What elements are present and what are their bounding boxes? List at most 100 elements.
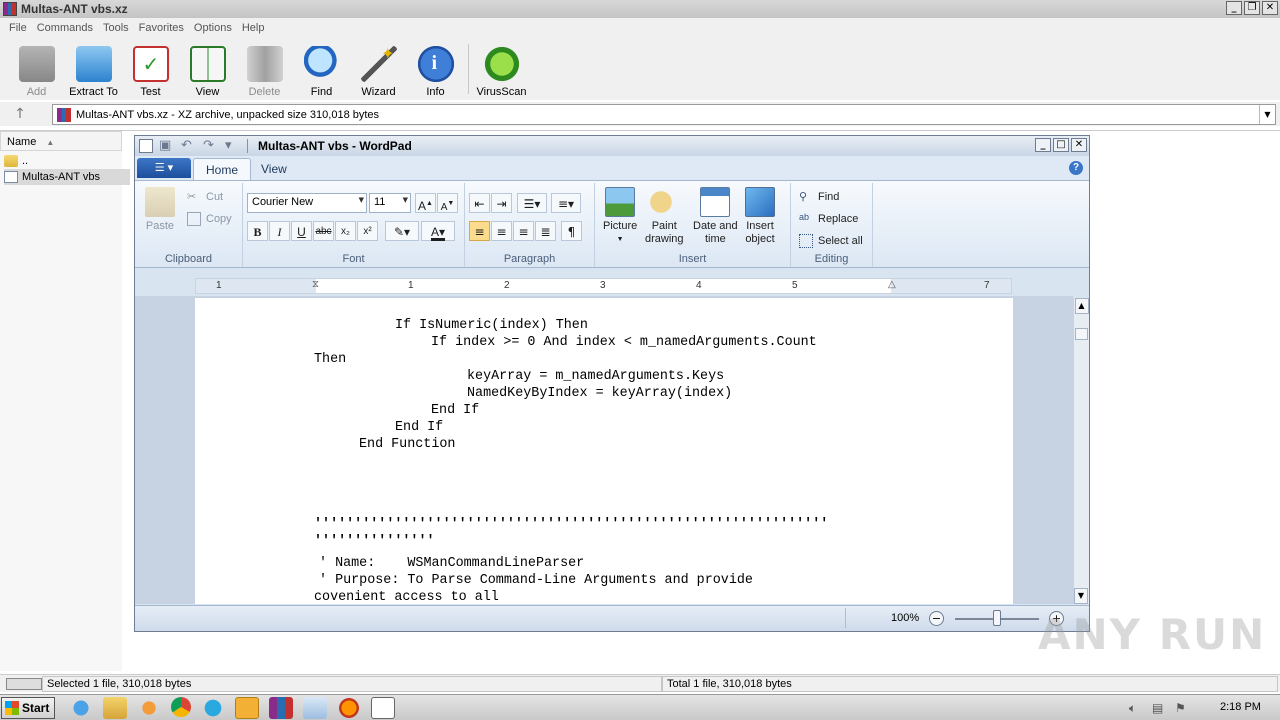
- menu-options[interactable]: Options: [189, 22, 237, 34]
- view-button[interactable]: View: [179, 38, 236, 98]
- replace-button[interactable]: ab Replace: [799, 209, 858, 229]
- insert-picture-button[interactable]: Picture ▼: [603, 187, 637, 246]
- notepad-icon[interactable]: [303, 696, 327, 719]
- ruler-number: 3: [600, 280, 606, 291]
- office-icon[interactable]: [235, 696, 259, 719]
- flag-icon[interactable]: ⚑: [1175, 701, 1189, 715]
- scroll-up-icon[interactable]: ▲: [1074, 298, 1089, 314]
- right-indent-marker-icon[interactable]: △: [888, 279, 896, 293]
- decrease-indent-button[interactable]: ⇤: [469, 193, 490, 213]
- help-icon[interactable]: ?: [1069, 161, 1083, 175]
- redo-icon[interactable]: ↷: [203, 139, 219, 153]
- edge-icon[interactable]: [201, 696, 225, 719]
- highlight-color-button[interactable]: ✎▾: [385, 221, 419, 241]
- delete-button[interactable]: Delete: [236, 38, 293, 98]
- indent-marker-icon[interactable]: ⧖: [312, 279, 320, 293]
- customize-qat-icon[interactable]: ▾: [225, 139, 241, 153]
- wp-minimize-button[interactable]: _: [1035, 138, 1051, 152]
- document-page[interactable]: If IsNumeric(index) Then If index >= 0 A…: [195, 298, 1013, 604]
- align-right-button[interactable]: ≡: [513, 221, 534, 241]
- chrome-icon[interactable]: [171, 696, 191, 717]
- insert-object-button[interactable]: Insert object: [745, 187, 775, 246]
- wp-maximize-button[interactable]: □: [1053, 138, 1069, 152]
- menu-file[interactable]: File: [4, 22, 32, 34]
- menu-favorites[interactable]: Favorites: [134, 22, 189, 34]
- list-item[interactable]: ..: [4, 153, 28, 169]
- paragraph-settings-button[interactable]: ¶: [561, 221, 582, 241]
- firefox-icon[interactable]: [337, 696, 361, 719]
- close-button[interactable]: ✕: [1262, 1, 1278, 15]
- zoom-out-button[interactable]: −: [929, 611, 944, 626]
- test-button[interactable]: Test: [122, 38, 179, 98]
- font-family-select[interactable]: Courier New ▼: [247, 193, 367, 213]
- start-label: Start: [22, 700, 50, 715]
- increase-indent-button[interactable]: ⇥: [491, 193, 512, 213]
- paste-button[interactable]: Paste: [145, 187, 175, 233]
- underline-button[interactable]: U: [291, 221, 312, 241]
- up-arrow-icon[interactable]: ↑: [0, 103, 40, 125]
- chevron-down-icon[interactable]: ▼: [1259, 105, 1275, 124]
- font-size-select[interactable]: 11 ▼: [369, 193, 411, 213]
- list-item[interactable]: Multas-ANT vbs: [4, 169, 130, 185]
- scroll-down-icon[interactable]: ▼: [1074, 588, 1088, 604]
- info-button[interactable]: Info: [407, 38, 464, 98]
- replace-icon: ab: [799, 212, 810, 222]
- zoom-slider-thumb[interactable]: [993, 610, 1001, 626]
- cut-button[interactable]: ✂ Cut: [187, 187, 223, 207]
- find-text-button[interactable]: ⚲ Find: [799, 187, 839, 207]
- paint-drawing-button[interactable]: Paint drawing: [645, 187, 684, 246]
- virusscan-button[interactable]: VirusScan: [473, 38, 530, 98]
- column-header-name[interactable]: Name ▲: [0, 131, 122, 151]
- copy-button[interactable]: Copy: [187, 209, 232, 229]
- align-left-button[interactable]: ≡: [469, 221, 490, 241]
- find-button[interactable]: Find: [293, 38, 350, 98]
- ruler[interactable]: 1 ⧖ 1 2 3 4 5 △ 7: [195, 278, 1012, 294]
- wordpad-menu-button[interactable]: ☰ ▾: [137, 158, 191, 178]
- code-line: ' Name: WSManCommandLineParser: [319, 556, 585, 571]
- text-color-button[interactable]: A▾: [421, 221, 455, 241]
- minimize-button[interactable]: _: [1226, 1, 1242, 15]
- restore-button[interactable]: ❐: [1244, 1, 1260, 15]
- menu-tools[interactable]: Tools: [98, 22, 134, 34]
- scrollbar-thumb[interactable]: [1075, 328, 1088, 340]
- line-spacing-button[interactable]: ≡▾: [551, 193, 581, 213]
- add-button[interactable]: Add: [8, 38, 65, 98]
- justify-button[interactable]: ≣: [535, 221, 556, 241]
- path-field[interactable]: Multas-ANT vbs.xz - XZ archive, unpacked…: [52, 104, 1276, 125]
- bold-button[interactable]: B: [247, 221, 268, 241]
- speaker-icon[interactable]: 🔈︎: [1129, 701, 1143, 715]
- bullets-button[interactable]: ☰▾: [517, 193, 547, 213]
- grow-font-button[interactable]: A▲: [415, 193, 436, 213]
- select-all-button[interactable]: Select all: [799, 231, 863, 251]
- menu-commands[interactable]: Commands: [32, 22, 98, 34]
- ribbon: Paste ✂ Cut Copy Clipboard Courier New ▼ 1…: [135, 180, 1089, 268]
- date-time-button[interactable]: Date and time: [693, 187, 738, 246]
- ie-icon[interactable]: [69, 696, 93, 719]
- undo-icon[interactable]: ↶: [181, 139, 197, 153]
- clock[interactable]: 2:18 PM: [1220, 701, 1261, 713]
- code-line: covenient access to all: [314, 590, 499, 604]
- start-button[interactable]: Start: [1, 696, 55, 719]
- picture-icon: [605, 187, 636, 217]
- strikethrough-button[interactable]: abc: [313, 221, 334, 241]
- media-player-icon[interactable]: [137, 696, 161, 719]
- subscript-button[interactable]: x₂: [335, 221, 356, 241]
- wizard-button[interactable]: Wizard: [350, 38, 407, 98]
- shrink-font-button[interactable]: A▼: [437, 193, 458, 213]
- wordpad-taskbar-icon[interactable]: [371, 696, 395, 719]
- winrar-taskbar-icon[interactable]: [269, 696, 293, 719]
- vertical-scrollbar[interactable]: ▲ ▼: [1073, 298, 1089, 604]
- save-icon[interactable]: ▣: [159, 139, 175, 153]
- tab-view[interactable]: View: [249, 158, 299, 180]
- italic-button[interactable]: I: [269, 221, 290, 241]
- file-list-pane: .. Multas-ANT vbs: [0, 151, 130, 671]
- extract-to-button[interactable]: Extract To: [65, 38, 122, 98]
- superscript-button[interactable]: x²: [357, 221, 378, 241]
- network-icon[interactable]: ▤: [1152, 701, 1166, 715]
- explorer-icon[interactable]: [103, 696, 127, 719]
- wp-close-button[interactable]: ✕: [1071, 138, 1087, 152]
- tab-home[interactable]: Home: [193, 158, 252, 180]
- align-center-button[interactable]: ≡: [491, 221, 512, 241]
- wordpad-app-icon[interactable]: [139, 139, 153, 153]
- menu-help[interactable]: Help: [237, 22, 270, 34]
